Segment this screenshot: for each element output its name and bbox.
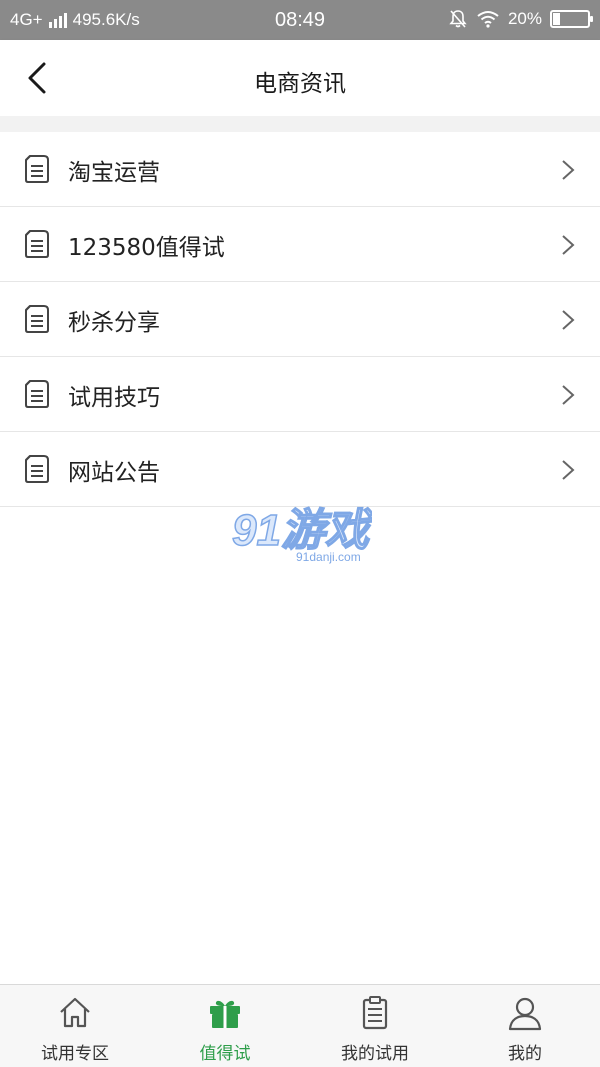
battery-icon [550, 10, 593, 28]
list-item-flash-sale-sharing[interactable]: 秒杀分享 [0, 282, 600, 357]
list-item-site-announcements[interactable]: 网站公告 [0, 432, 600, 507]
watermark-logo-text: 91游戏 [232, 506, 372, 555]
section-divider [0, 116, 600, 132]
wifi-icon [477, 11, 499, 28]
list-item-label: 淘宝运营 [68, 160, 160, 186]
tab-worth-trying[interactable]: 值得试 [150, 985, 300, 1067]
chevron-right-icon [562, 385, 575, 405]
watermark-logo: 91游戏 91danji.com [232, 505, 372, 564]
chevron-left-icon [28, 62, 46, 94]
tab-label: 我的试用 [341, 1044, 409, 1064]
gift-icon [210, 1000, 240, 1028]
tab-label: 试用专区 [41, 1044, 109, 1064]
chevron-right-icon [562, 160, 575, 180]
document-icon [25, 230, 49, 258]
list-item-label: 秒杀分享 [68, 310, 160, 336]
clipboard-icon [362, 996, 388, 1030]
document-icon [25, 305, 49, 333]
tab-profile[interactable]: 我的 [450, 985, 600, 1067]
tab-my-trials[interactable]: 我的试用 [300, 985, 450, 1067]
list-item-label: 网站公告 [68, 460, 160, 486]
bottom-tab-bar: 试用专区 值得试 我的试用 我的 [0, 984, 600, 1067]
page-title: 电商资讯 [254, 71, 346, 97]
list-item-label: 试用技巧 [68, 385, 160, 411]
list-item-taobao-operations[interactable]: 淘宝运营 [0, 132, 600, 207]
back-button[interactable] [14, 54, 62, 102]
list-item-trial-tips[interactable]: 试用技巧 [0, 357, 600, 432]
tab-trial-zone[interactable]: 试用专区 [0, 985, 150, 1067]
mute-bell-icon [449, 10, 467, 28]
chevron-right-icon [562, 235, 575, 255]
battery-percent: 20% [507, 9, 542, 28]
news-category-list: 淘宝运营 123580值得试 秒杀分享 试用技巧 网站公告 [0, 132, 600, 507]
status-right: 20% [448, 9, 593, 29]
tab-label: 我的 [508, 1044, 542, 1064]
list-item-label: 123580值得试 [68, 235, 225, 261]
home-icon [60, 997, 90, 1028]
document-icon [25, 380, 49, 408]
app-header: 电商资讯 [0, 40, 600, 116]
battery-level [553, 13, 560, 25]
status-bar: 4G+ 495.6K/s 08:49 20% [0, 0, 600, 40]
tab-label: 值得试 [199, 1044, 251, 1064]
chevron-right-icon [562, 460, 575, 480]
document-icon [25, 455, 49, 483]
chevron-right-icon [562, 310, 575, 330]
document-icon [25, 155, 49, 183]
watermark-domain: 91danji.com [296, 550, 361, 564]
list-item-worth-trying[interactable]: 123580值得试 [0, 207, 600, 282]
user-icon [508, 997, 542, 1031]
